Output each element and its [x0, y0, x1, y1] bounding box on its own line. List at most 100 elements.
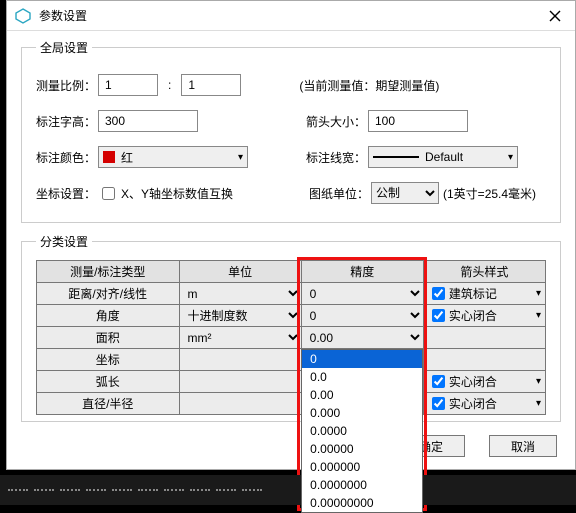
arrowstyle-label: 实心闭合	[449, 373, 497, 390]
table-row: 距离/对齐/线性m0 建筑标记 ▾	[37, 283, 546, 305]
lineweight-label: 标注线宽：	[306, 149, 368, 166]
precision-option[interactable]: 0.000000	[302, 458, 422, 476]
chevron-down-icon: ▾	[536, 398, 545, 409]
type-cell: 距离/对齐/线性	[37, 283, 180, 305]
type-cell: 坐标	[37, 349, 180, 371]
table-header-row: 测量/标注类型 单位 精度 箭头样式	[37, 261, 546, 283]
precision-select[interactable]: 0	[302, 283, 423, 304]
coord-row: 坐标设置： X、Y轴坐标数值互换 图纸单位： 公制 (1英寸=25.4毫米)	[36, 182, 546, 204]
unit-cell[interactable]	[179, 393, 301, 415]
chevron-down-icon: ▾	[536, 288, 545, 299]
unit-select[interactable]: m	[180, 283, 301, 304]
line-preview-icon	[373, 156, 419, 158]
color-row: 标注颜色： 红 ▾ 标注线宽： Default ▾	[36, 146, 546, 168]
precision-option[interactable]: 0.0000000	[302, 476, 422, 494]
arrowstyle-checkbox[interactable]	[432, 375, 445, 388]
arrowsize-label: 箭头大小：	[306, 113, 368, 130]
precision-option[interactable]: 0.00000000	[302, 494, 422, 512]
col-type: 测量/标注类型	[37, 261, 180, 283]
coord-swap-checkbox[interactable]: X、Y轴坐标数值互换	[98, 184, 233, 203]
coord-swap-cb-label: X、Y轴坐标数值互换	[121, 185, 233, 202]
col-precision: 精度	[301, 261, 423, 283]
col-arrow: 箭头样式	[423, 261, 545, 283]
precision-option[interactable]: 0.0	[302, 368, 422, 386]
unit-hint: (1英寸=25.4毫米)	[443, 185, 536, 202]
statusbar-stripe	[0, 475, 576, 505]
ratio-hint: (当前测量值：期望测量值)	[299, 77, 439, 94]
titlebar: 参数设置	[7, 1, 575, 31]
unit-select[interactable]: 十进制度数	[180, 305, 301, 326]
unit-select[interactable]: mm²	[180, 327, 301, 348]
arrowstyle-cell[interactable]: 实心闭合▾	[423, 371, 545, 393]
coord-label: 坐标设置：	[36, 185, 98, 202]
type-cell: 角度	[37, 305, 180, 327]
lineweight-name: Default	[425, 150, 463, 164]
precision-option[interactable]: 0.000	[302, 404, 422, 422]
arrowstyle-checkbox[interactable]	[432, 287, 445, 300]
unit-cell[interactable]: mm²	[179, 327, 301, 349]
table-row: 面积mm²0.00	[37, 327, 546, 349]
type-cell: 弧长	[37, 371, 180, 393]
ratio-colon: :	[168, 78, 171, 92]
arrowstyle-label: 实心闭合	[449, 395, 497, 412]
classify-table-wrap: 测量/标注类型 单位 精度 箭头样式 距离/对齐/线性m0建筑标记▾角度十进制度…	[36, 260, 546, 415]
ratio-b-input[interactable]	[181, 74, 241, 96]
app-logo-icon	[15, 8, 31, 24]
cancel-button[interactable]: 取消	[489, 435, 557, 457]
col-unit: 单位	[179, 261, 301, 283]
color-swatch-icon	[103, 151, 115, 163]
precision-option[interactable]: 0.00000	[302, 440, 422, 458]
type-cell: 直径/半径	[37, 393, 180, 415]
arrowstyle-cell[interactable]: 实心闭合 ▾	[423, 305, 545, 327]
unit-cell[interactable]: m	[179, 283, 301, 305]
type-cell: 面积	[37, 327, 180, 349]
classify-legend: 分类设置	[36, 233, 92, 250]
table-row: 角度十进制度数0 实心闭合 ▾	[37, 305, 546, 327]
arrowstyle-cell[interactable]: 实心闭合 ▾	[423, 393, 545, 415]
table-row: 弧长 实心闭合▾	[37, 371, 546, 393]
drawing-unit-select[interactable]: 公制	[371, 182, 439, 204]
ratio-row: 测量比例： : (当前测量值：期望测量值)	[36, 74, 546, 96]
global-legend: 全局设置	[36, 39, 92, 56]
arrowstyle-checkbox[interactable]	[432, 309, 445, 322]
color-select[interactable]: 红 ▾	[98, 146, 248, 168]
unit-cell[interactable]	[179, 349, 301, 371]
arrowstyle-cell[interactable]	[423, 327, 545, 349]
textheight-row: 标注字高： 箭头大小：	[36, 110, 546, 132]
arrowstyle-label: 实心闭合	[449, 307, 497, 324]
textheight-input[interactable]	[98, 110, 198, 132]
precision-select[interactable]: 0.00	[302, 327, 423, 348]
unit-cell[interactable]: 十进制度数	[179, 305, 301, 327]
chevron-down-icon: ▾	[536, 310, 545, 321]
textheight-label: 标注字高：	[36, 113, 98, 130]
precision-cell[interactable]: 0	[301, 283, 423, 305]
precision-select[interactable]: 0	[302, 305, 423, 326]
classify-table: 测量/标注类型 单位 精度 箭头样式 距离/对齐/线性m0建筑标记▾角度十进制度…	[36, 260, 546, 415]
precision-option[interactable]: 0	[302, 350, 422, 368]
precision-option[interactable]: 0.00	[302, 386, 422, 404]
arrowstyle-cell[interactable]: 建筑标记 ▾	[423, 283, 545, 305]
unit-cell[interactable]	[179, 371, 301, 393]
precision-dropdown-open[interactable]: 00.00.000.0000.00000.000000.0000000.0000…	[301, 349, 423, 513]
arrowstyle-checkbox[interactable]	[432, 397, 445, 410]
table-row: 坐标	[37, 349, 546, 371]
global-settings-group: 全局设置 测量比例： : (当前测量值：期望测量值) 标注字高： 箭头大小： 标…	[21, 39, 561, 223]
precision-cell[interactable]: 0.00	[301, 327, 423, 349]
arrowstyle-cell[interactable]	[423, 349, 545, 371]
close-button[interactable]	[535, 1, 575, 31]
table-row: 直径/半径 实心闭合 ▾	[37, 393, 546, 415]
arrowstyle-label: 建筑标记	[449, 285, 497, 302]
coord-swap-input[interactable]	[102, 187, 115, 200]
precision-cell[interactable]: 0	[301, 305, 423, 327]
arrowsize-input[interactable]	[368, 110, 468, 132]
ratio-label: 测量比例：	[36, 77, 98, 94]
lineweight-select[interactable]: Default ▾	[368, 146, 518, 168]
close-icon	[549, 10, 561, 22]
dialog-content: 全局设置 测量比例： : (当前测量值：期望测量值) 标注字高： 箭头大小： 标…	[7, 31, 575, 442]
window-title: 参数设置	[39, 7, 535, 24]
unit-label: 图纸单位：	[309, 185, 371, 202]
precision-option[interactable]: 0.0000	[302, 422, 422, 440]
color-name: 红	[121, 149, 133, 166]
dialog-window: 参数设置 全局设置 测量比例： : (当前测量值：期望测量值) 标注字高： 箭头…	[6, 0, 576, 470]
ratio-a-input[interactable]	[98, 74, 158, 96]
